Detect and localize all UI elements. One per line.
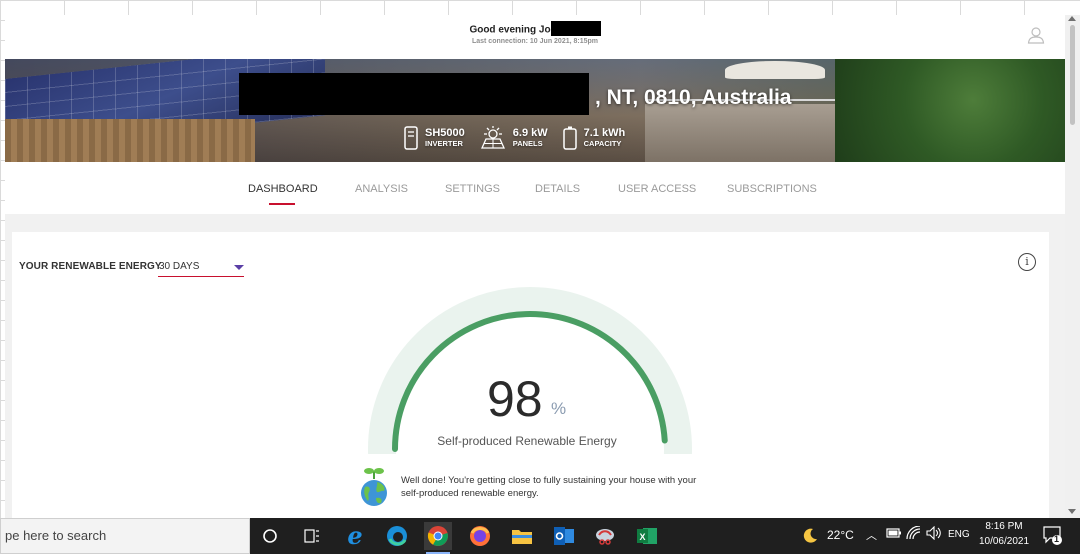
excel-icon[interactable]: X bbox=[633, 522, 661, 550]
file-explorer-icon[interactable] bbox=[508, 522, 536, 550]
tab-dashboard[interactable]: DASHBOARD bbox=[248, 183, 318, 195]
spec-panels: 6.9 kW PANELS bbox=[479, 123, 548, 153]
inverter-icon bbox=[403, 126, 419, 150]
dashboard-content: YOUR RENEWABLE ENERGY 30 DAYS i 98 % Sel… bbox=[5, 214, 1065, 518]
spec-capacity-value: 7.1 kWh bbox=[583, 127, 626, 139]
gauge-label: Self-produced Renewable Energy bbox=[437, 434, 617, 448]
volume-icon[interactable] bbox=[926, 525, 942, 543]
scroll-up-icon[interactable] bbox=[1068, 16, 1076, 21]
battery-icon bbox=[562, 126, 578, 150]
chevron-down-icon bbox=[234, 265, 244, 270]
banner-trees bbox=[835, 59, 1065, 162]
property-address: , NT, 0810, Australia bbox=[595, 86, 792, 109]
task-view-icon[interactable] bbox=[298, 522, 326, 550]
clock-date: 10/06/2021 bbox=[978, 536, 1030, 547]
cortana-icon[interactable] bbox=[256, 522, 284, 550]
scroll-down-icon[interactable] bbox=[1068, 509, 1076, 514]
svg-text:X: X bbox=[640, 532, 646, 542]
property-banner: , NT, 0810, Australia SH5000 INVERTER 6.… bbox=[5, 59, 1065, 162]
solar-app-window: Good evening Jo Last connection: 10 Jun … bbox=[5, 15, 1065, 518]
tab-active-indicator bbox=[269, 203, 295, 205]
solar-panel-icon bbox=[479, 126, 507, 150]
tab-subscriptions[interactable]: SUBSCRIPTIONS bbox=[727, 183, 817, 195]
tip-message: Well done! You're getting close to fully… bbox=[401, 475, 697, 499]
greeting: Good evening Jo bbox=[5, 21, 1065, 36]
card-title: YOUR RENEWABLE ENERGY bbox=[19, 261, 162, 272]
chrome-icon[interactable] bbox=[424, 522, 452, 554]
search-placeholder: pe here to search bbox=[5, 528, 107, 543]
spec-inverter-label: INVERTER bbox=[425, 139, 463, 148]
notification-icon[interactable]: 1 bbox=[1042, 524, 1062, 546]
spec-capacity-label: CAPACITY bbox=[583, 139, 622, 148]
spec-panels-label: PANELS bbox=[512, 139, 543, 148]
weather-temperature[interactable]: 22°C bbox=[827, 528, 854, 542]
chevron-up-icon[interactable]: ︿ bbox=[866, 527, 877, 543]
taskbar-clock[interactable]: 8:16 PM 10/06/2021 bbox=[975, 519, 1033, 549]
page-scrollbar[interactable] bbox=[1065, 15, 1080, 518]
moon-weather-icon[interactable] bbox=[796, 522, 824, 550]
gauge-value: 98 bbox=[487, 371, 543, 427]
spec-capacity: 7.1 kWh CAPACITY bbox=[562, 123, 626, 153]
taskbar-search[interactable]: pe here to search bbox=[0, 518, 250, 554]
scrollbar-thumb[interactable] bbox=[1070, 25, 1075, 125]
battery-tray-icon[interactable] bbox=[886, 527, 902, 542]
gauge-unit: % bbox=[551, 399, 567, 418]
banner-umbrella bbox=[725, 61, 825, 79]
user-icon[interactable] bbox=[1027, 26, 1045, 44]
tab-analysis[interactable]: ANALYSIS bbox=[355, 183, 408, 195]
system-specs: SH5000 INVERTER 6.9 kW PANELS 7.1 kWh CA… bbox=[403, 123, 625, 153]
tab-details[interactable]: DETAILS bbox=[535, 183, 580, 195]
redacted-address bbox=[239, 73, 589, 115]
firefox-icon[interactable] bbox=[466, 522, 494, 550]
period-value: 30 DAYS bbox=[159, 261, 200, 272]
edge-icon[interactable] bbox=[383, 522, 411, 550]
tab-settings[interactable]: SETTINGS bbox=[445, 183, 500, 195]
snipping-tool-icon[interactable] bbox=[591, 522, 619, 550]
banner-wood-wall bbox=[5, 119, 255, 162]
outlook-icon[interactable] bbox=[550, 522, 578, 550]
redacted-name bbox=[550, 21, 601, 36]
last-connection: Last connection: 10 Jun 2021, 8:15pm bbox=[471, 38, 599, 45]
renewable-gauge bbox=[368, 287, 692, 454]
spec-inverter-value: SH5000 bbox=[425, 127, 465, 139]
top-bar: Good evening Jo Last connection: 10 Jun … bbox=[5, 15, 1065, 59]
spec-inverter: SH5000 INVERTER bbox=[403, 123, 465, 153]
notification-count: 1 bbox=[1054, 534, 1060, 544]
info-icon[interactable]: i bbox=[1018, 253, 1036, 271]
spec-panels-value: 6.9 kW bbox=[512, 127, 548, 139]
internet-explorer-icon[interactable]: e bbox=[341, 522, 369, 550]
globe-plant-icon bbox=[357, 465, 391, 512]
period-dropdown[interactable]: 30 DAYS bbox=[158, 257, 244, 277]
windows-taskbar: pe here to search e X 22°C ︿ ENG 8:16 PM… bbox=[0, 518, 1080, 554]
tab-user-access[interactable]: USER ACCESS bbox=[618, 183, 696, 195]
nav-tabs: DASHBOARD ANALYSIS SETTINGS DETAILS USER… bbox=[5, 162, 1065, 214]
greeting-text: Good evening Jo bbox=[469, 24, 551, 36]
clock-time: 8:16 PM bbox=[985, 521, 1023, 532]
wifi-icon[interactable] bbox=[906, 525, 922, 543]
language-indicator[interactable]: ENG bbox=[948, 529, 970, 540]
